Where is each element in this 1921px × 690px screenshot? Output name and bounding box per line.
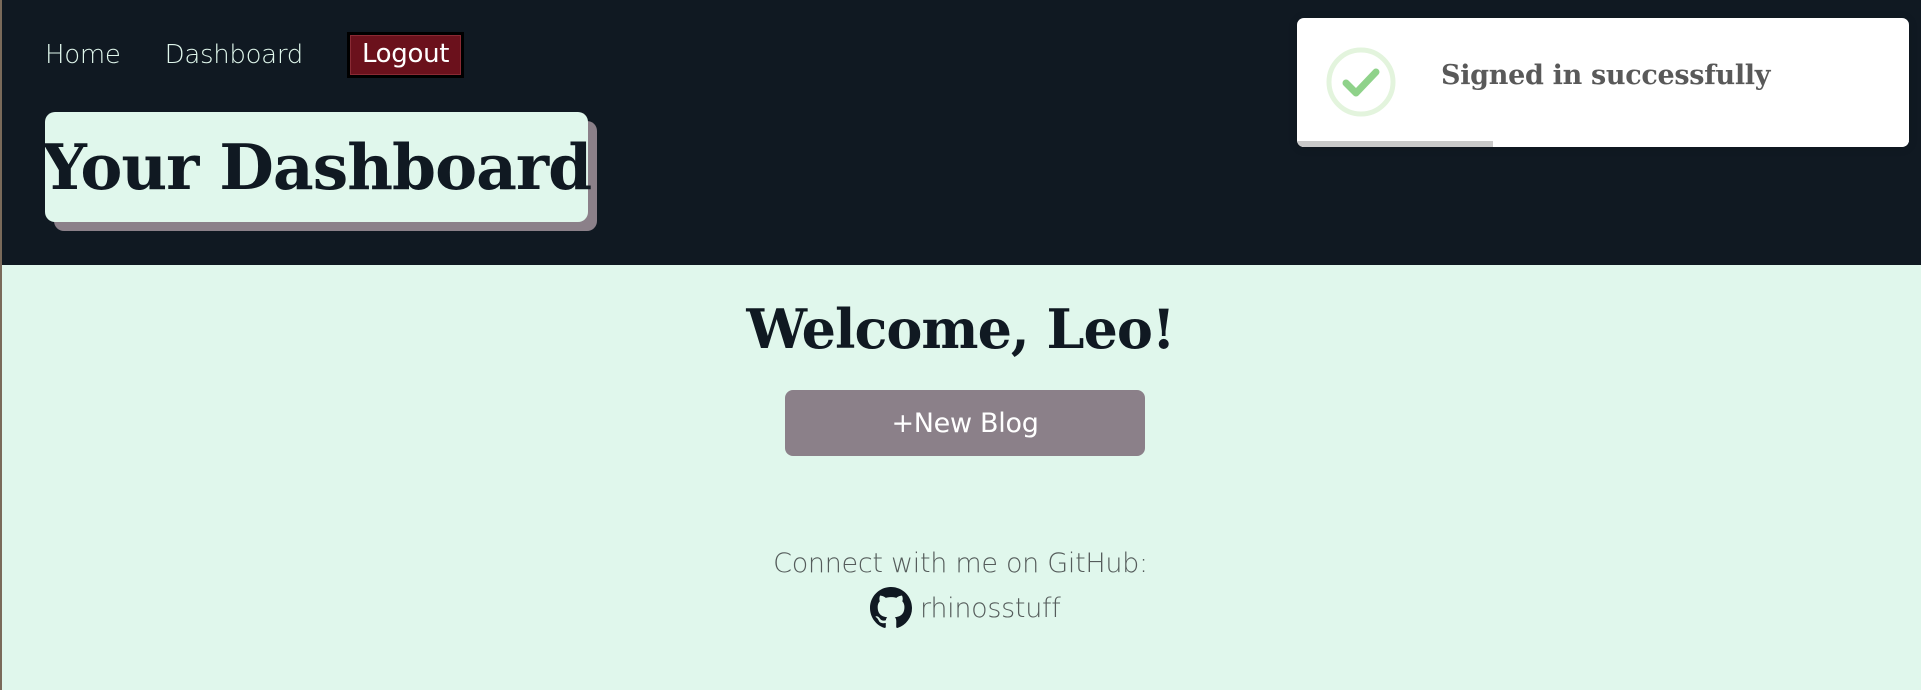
page-title: Your Dashboard [41,130,592,204]
toast-notification[interactable]: Signed in successfully [1297,18,1909,147]
logout-button[interactable]: Logout [346,32,465,78]
github-handle: rhinosstuff [920,592,1061,624]
nav-home-link[interactable]: Home [45,40,121,70]
page-title-card: Your Dashboard [41,112,597,231]
toast-progress-track [1297,141,1909,147]
new-blog-button[interactable]: +New Blog [785,390,1145,456]
github-icon [870,587,912,628]
toast-message: Signed in successfully [1441,60,1771,91]
window-edge [0,0,2,690]
nav-dashboard-link[interactable]: Dashboard [165,40,304,70]
main-nav: Home Dashboard Logout [45,30,465,80]
connect-text: Connect with me on GitHub: [773,548,1148,579]
github-link[interactable]: rhinosstuff [870,587,1061,629]
toast-progress-bar [1297,141,1493,147]
welcome-heading: Welcome, Leo! [746,297,1175,361]
main-content: Welcome, Leo! +New Blog Connect with me … [0,265,1921,690]
check-circle-icon [1326,47,1396,117]
page-title-box: Your Dashboard [41,112,592,222]
